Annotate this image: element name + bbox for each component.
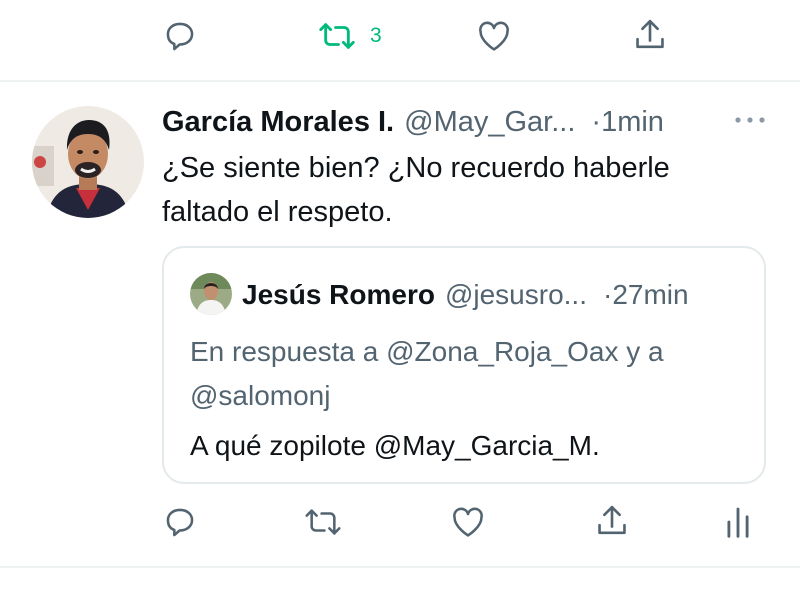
quoted-tweet-header: Jesús Romero @jesusro... ·27min bbox=[242, 274, 689, 316]
share-button[interactable] bbox=[630, 16, 670, 54]
analytics-button[interactable] bbox=[720, 502, 756, 542]
quoted-tweet-time: ·27min bbox=[603, 279, 689, 310]
tweet-text-line: faltado el respeto. bbox=[162, 196, 393, 228]
tweet-text: ¿Se siente bien? ¿No recuerdo haberle fa… bbox=[162, 146, 762, 234]
more-options-button[interactable] bbox=[730, 104, 770, 136]
reply-button[interactable] bbox=[160, 18, 200, 54]
retweet-button[interactable] bbox=[302, 502, 344, 542]
reply-button[interactable] bbox=[160, 502, 200, 542]
author-handle[interactable]: @May_Gar... bbox=[404, 106, 575, 139]
quoted-author-avatar bbox=[190, 273, 232, 315]
reply-icon bbox=[166, 508, 194, 537]
like-button[interactable] bbox=[474, 18, 514, 54]
like-button[interactable] bbox=[448, 502, 488, 542]
retweet-icon bbox=[319, 23, 355, 49]
like-icon bbox=[453, 507, 483, 537]
quoted-author-photo bbox=[190, 273, 232, 315]
reply-context-line: En respuesta a @Zona_Roja_Oax y a bbox=[190, 336, 664, 367]
reply-icon bbox=[166, 22, 194, 51]
quoted-author-handle: @jesusro... bbox=[444, 279, 587, 310]
tweet-divider bbox=[0, 566, 800, 568]
share-button[interactable] bbox=[592, 500, 632, 542]
author-name[interactable]: García Morales I. bbox=[162, 106, 394, 139]
tweet-action-bar bbox=[0, 496, 800, 552]
author-avatar[interactable] bbox=[32, 106, 144, 218]
quoted-author-name: Jesús Romero bbox=[242, 279, 435, 310]
share-icon bbox=[598, 505, 626, 535]
more-icon bbox=[735, 117, 765, 123]
previous-tweet-action-bar: 3 bbox=[0, 0, 800, 80]
like-icon bbox=[479, 21, 509, 51]
analytics-icon bbox=[727, 507, 749, 538]
quoted-tweet-text: A qué zopilote @May_Garcia_M. bbox=[190, 430, 600, 461]
tweet-header: García Morales I. @May_Gar... ·1min bbox=[162, 102, 664, 142]
tweet-time[interactable]: ·1min bbox=[591, 106, 664, 139]
reply-context-line: @salomonj bbox=[190, 380, 331, 411]
retweet-button[interactable] bbox=[316, 18, 358, 54]
retweet-icon bbox=[305, 509, 341, 535]
retweet-count: 3 bbox=[370, 24, 382, 47]
tweet-divider bbox=[0, 80, 800, 82]
share-icon bbox=[636, 19, 664, 49]
tweet-text-line: ¿Se siente bien? ¿No recuerdo haberle bbox=[162, 152, 670, 184]
quoted-reply-context: En respuesta a @Zona_Roja_Oax y a @salom… bbox=[190, 330, 750, 418]
author-photo bbox=[32, 106, 144, 218]
